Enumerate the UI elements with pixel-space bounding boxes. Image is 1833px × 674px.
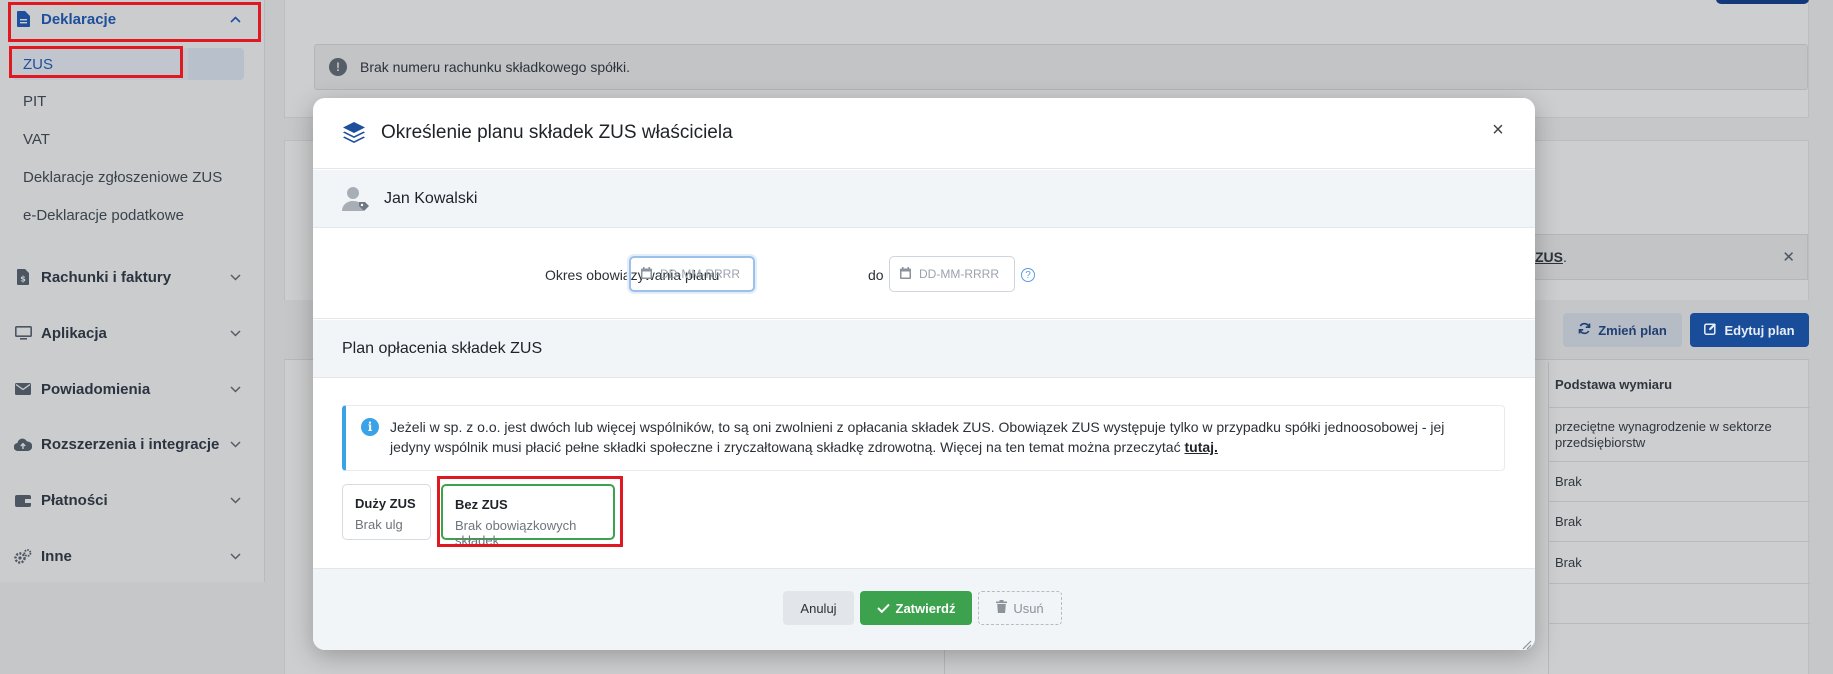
edit-plan-button[interactable]: Edytuj plan (1690, 313, 1809, 347)
option-subtitle: Brak ulg (355, 517, 403, 532)
table-cell: Brak (1549, 502, 1810, 542)
calendar-icon (900, 266, 911, 282)
edit-icon (1704, 322, 1717, 338)
document-icon (14, 10, 32, 28)
sidebar-item-pit[interactable]: PIT (0, 84, 265, 118)
sidebar-section-platnosci[interactable]: Płatności (0, 472, 265, 528)
info-bar: ZUS. ✕ (1530, 234, 1808, 280)
table-cell: Brak (1549, 462, 1810, 502)
alert-bar: ! Brak numeru rachunku składkowego spółk… (314, 44, 1808, 90)
sidebar-item-deklaracje-zgloszeniowe[interactable]: Deklaracje zgłoszeniowe ZUS (0, 160, 265, 194)
info-suffix: . (1563, 249, 1567, 265)
option-title: Duży ZUS (355, 496, 416, 511)
sidebar-item-e-deklaracje[interactable]: e-Deklaracje podatkowe (0, 198, 265, 232)
sidebar-section-rachunki[interactable]: $ Rachunki i faktury (0, 249, 265, 305)
svg-text:$: $ (20, 275, 26, 284)
chevron-down-icon (230, 382, 241, 396)
person-row: Jan Kowalski (313, 170, 1535, 228)
trash-icon (996, 600, 1008, 616)
table-column-podstawa: Podstawa wymiaru przeciętne wynagrodzeni… (1548, 362, 1810, 674)
sidebar-item-label: PIT (23, 92, 47, 110)
modal-title: Określenie planu składek ZUS właściciela (381, 122, 733, 143)
calendar-icon (641, 266, 652, 282)
option-subtitle: Brak obowiązkowych składek (455, 518, 577, 548)
sidebar-section-aplikacja[interactable]: Aplikacja (0, 305, 265, 361)
monitor-icon (14, 324, 32, 342)
table-header: Podstawa wymiaru (1549, 362, 1810, 408)
sidebar-section-label: Płatności (41, 491, 108, 509)
plan-option-bez-zus[interactable]: Bez ZUS Brak obowiązkowych składek (441, 484, 615, 548)
sidebar-section-label: Deklaracje (41, 10, 117, 28)
info-link[interactable]: tutaj. (1184, 439, 1217, 455)
check-icon (876, 601, 890, 616)
cancel-button[interactable]: Anuluj (783, 591, 854, 625)
person-name: Jan Kowalski (384, 189, 478, 207)
chevron-down-icon (230, 326, 241, 340)
info-icon: i (361, 418, 379, 436)
sidebar-item-label: e-Deklaracje podatkowe (23, 206, 184, 224)
sidebar-section-powiadomienia[interactable]: Powiadomienia (0, 361, 265, 417)
sidebar-section-label: Rozszerzenia i integracje (41, 435, 220, 453)
sidebar-section-label: Inne (41, 547, 72, 565)
sidebar-item-label: Deklaracje zgłoszeniowe ZUS (23, 168, 223, 186)
date-to-input[interactable]: DD-MM-RRRR (889, 256, 1015, 292)
option-title: Bez ZUS (455, 497, 508, 512)
sidebar-item-vat[interactable]: VAT (0, 122, 265, 156)
change-plan-button[interactable]: Zmień plan (1563, 313, 1682, 347)
chevron-down-icon (230, 437, 241, 451)
close-icon[interactable]: × (1488, 120, 1508, 140)
table-cell: przeciętne wynagrodzenie w sektorze prze… (1549, 408, 1810, 462)
invoice-icon: $ (14, 268, 32, 286)
info-text: Jeżeli w sp. z o.o. jest dwóch lub więce… (390, 419, 1445, 455)
confirm-button[interactable]: Zatwierdź (860, 591, 972, 625)
sidebar-section-label: Powiadomienia (41, 380, 151, 398)
envelope-icon (14, 380, 32, 398)
date-from-placeholder: DD-MM-RRRR (660, 267, 740, 281)
sidebar-section-inne[interactable]: Inne (0, 528, 265, 584)
user-tag-icon (342, 186, 372, 212)
chevron-down-icon (230, 270, 241, 284)
sidebar-section-deklaracje[interactable]: Deklaracje (0, 0, 265, 38)
exclamation-icon: ! (329, 58, 347, 76)
help-icon[interactable]: ? (1021, 268, 1035, 282)
sidebar-item-label: ZUS (23, 55, 53, 73)
chevron-down-icon (230, 549, 241, 563)
close-icon[interactable]: ✕ (1782, 248, 1795, 266)
top-action-button[interactable] (1716, 0, 1809, 4)
chevron-down-icon (230, 493, 241, 507)
table-cell (1549, 584, 1810, 624)
sidebar: Deklaracje ZUS PIT VAT Deklaracje zgłosz… (0, 0, 265, 582)
modal-footer: Anuluj Zatwierdź Usuń (313, 568, 1535, 650)
sidebar-section-label: Rachunki i faktury (41, 268, 172, 286)
gears-icon (14, 547, 32, 565)
zus-link[interactable]: ZUS (1535, 249, 1563, 265)
cloud-upload-icon (14, 435, 32, 453)
zus-plan-modal: Określenie planu składek ZUS właściciela… (313, 98, 1535, 650)
table-cell: Brak (1549, 542, 1810, 584)
sidebar-item-zus[interactable]: ZUS (0, 47, 265, 81)
sidebar-section-label: Aplikacja (41, 324, 107, 342)
sidebar-section-rozszerzenia[interactable]: Rozszerzenia i integracje (0, 416, 265, 472)
info-box: i Jeżeli w sp. z o.o. jest dwóch lub wię… (342, 405, 1505, 471)
resize-handle-icon[interactable] (1522, 637, 1532, 650)
plan-heading: Plan opłacenia składek ZUS (313, 320, 1535, 378)
wallet-icon (14, 491, 32, 509)
modal-header: Określenie planu składek ZUS właściciela… (313, 98, 1535, 169)
period-row: Okres obowiązywania planu DD-MM-RRRR do … (313, 229, 1535, 319)
plan-option-duzy-zus[interactable]: Duży ZUS Brak ulg (342, 484, 431, 540)
layers-icon (341, 120, 367, 146)
alert-text: Brak numeru rachunku składkowego spółki. (360, 59, 631, 75)
date-from-input[interactable]: DD-MM-RRRR (629, 256, 755, 292)
sidebar-item-label: VAT (23, 130, 50, 148)
refresh-icon (1578, 322, 1591, 338)
date-to-placeholder: DD-MM-RRRR (919, 267, 999, 281)
chevron-up-icon (230, 12, 241, 26)
to-label: do (868, 267, 884, 283)
delete-button[interactable]: Usuń (978, 591, 1062, 625)
